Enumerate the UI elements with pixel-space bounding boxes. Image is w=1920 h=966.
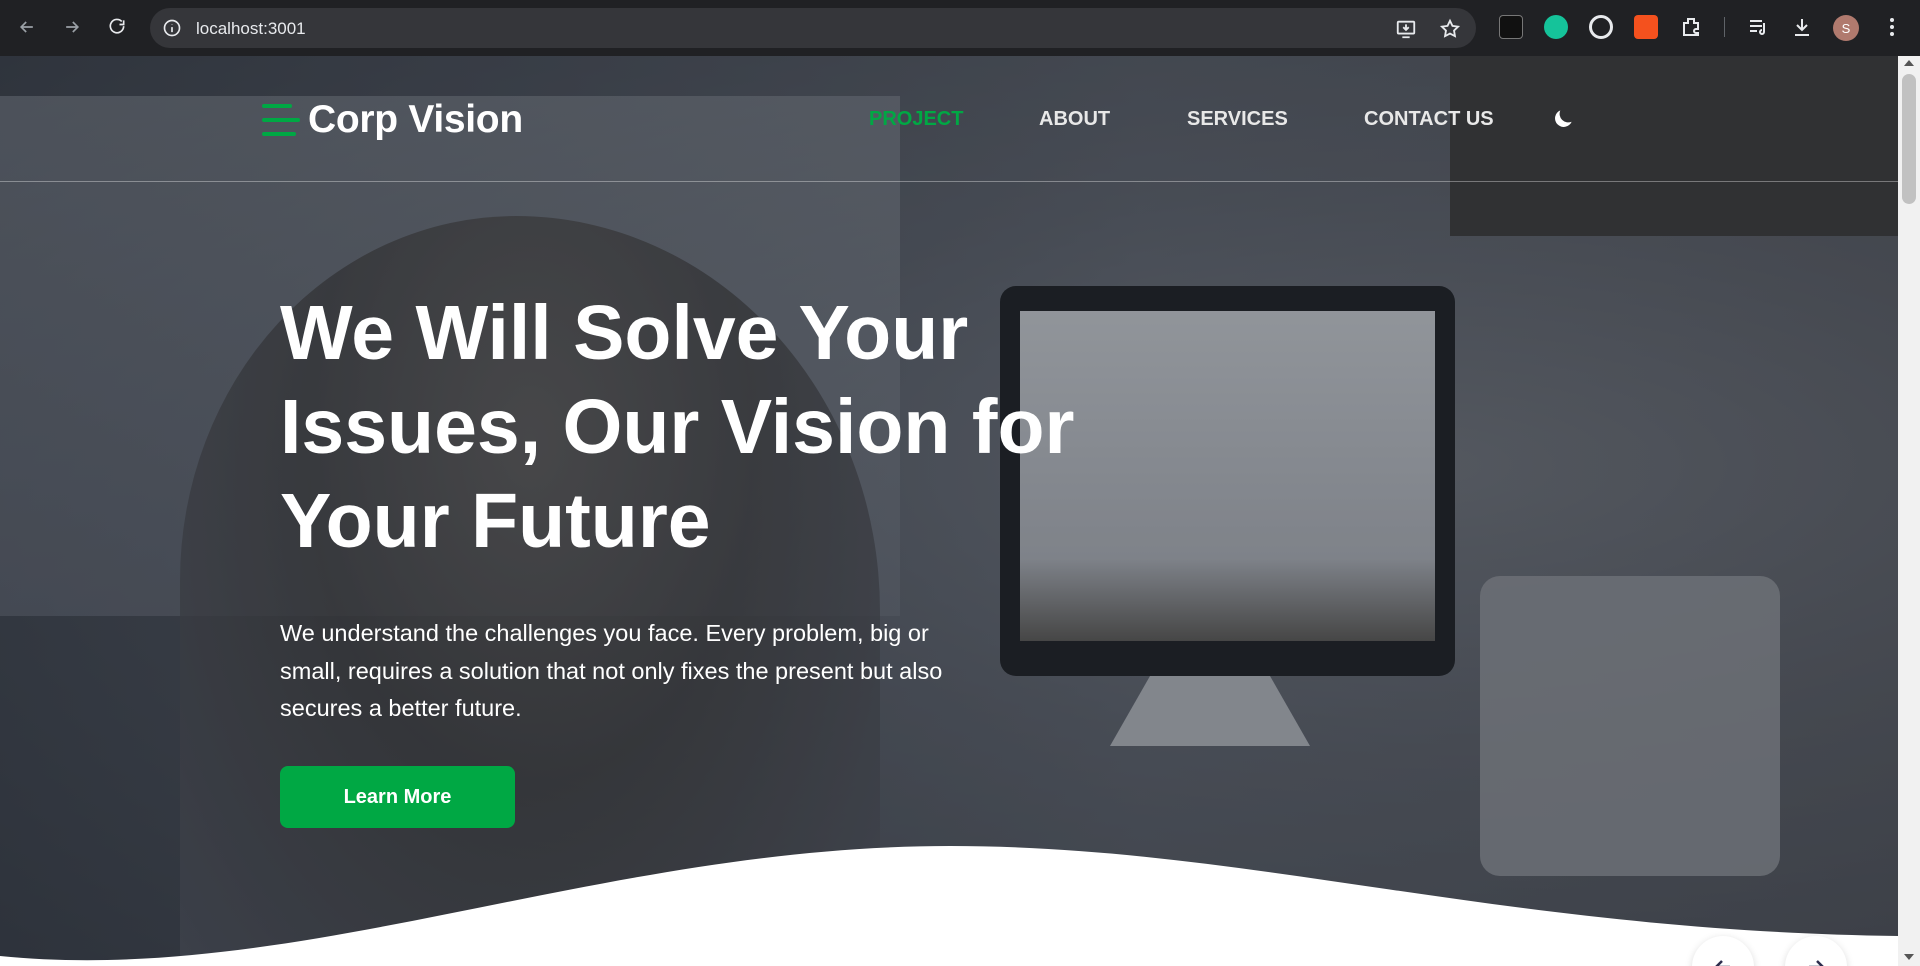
reload-icon[interactable] bbox=[103, 13, 131, 41]
nav-link-services[interactable]: SERVICES bbox=[1187, 108, 1288, 131]
scroll-down-arrow-icon[interactable] bbox=[1904, 954, 1914, 960]
nav-link-contact-us[interactable]: CONTACT US bbox=[1364, 108, 1494, 131]
bookmark-star-icon[interactable] bbox=[1439, 18, 1461, 40]
downloads-icon[interactable] bbox=[1790, 15, 1814, 39]
extension-icon-1[interactable] bbox=[1499, 15, 1523, 39]
page-viewport: Corp Vision PROJECT ABOUT SERVICES CONTA… bbox=[0, 56, 1898, 966]
hero-wave-divider bbox=[0, 846, 1898, 966]
headline-line: Your Future bbox=[280, 478, 711, 564]
hamburger-menu-icon[interactable] bbox=[262, 104, 300, 136]
forward-arrow-icon[interactable] bbox=[58, 13, 86, 41]
site-logo[interactable]: Corp Vision bbox=[262, 98, 523, 142]
learn-more-button[interactable]: Learn More bbox=[280, 766, 515, 828]
description-line: secures a better future. bbox=[280, 695, 522, 721]
extension-icon-red[interactable] bbox=[1634, 15, 1658, 39]
address-bar[interactable]: localhost:3001 bbox=[150, 8, 1476, 48]
back-arrow-icon[interactable] bbox=[13, 13, 41, 41]
url-text[interactable]: localhost:3001 bbox=[196, 19, 306, 39]
extensions-icon[interactable] bbox=[1679, 15, 1703, 39]
toolbar-divider bbox=[1724, 17, 1725, 37]
brand-name[interactable]: Corp Vision bbox=[308, 98, 523, 142]
nav-link-about[interactable]: ABOUT bbox=[1039, 108, 1110, 131]
more-menu-icon[interactable] bbox=[1880, 15, 1904, 39]
profile-avatar[interactable]: S bbox=[1833, 15, 1859, 41]
hero-headline: We Will Solve Your Issues, Our Vision fo… bbox=[280, 286, 1180, 568]
scrollbar-thumb[interactable] bbox=[1902, 74, 1916, 204]
site-header: Corp Vision PROJECT ABOUT SERVICES CONTA… bbox=[0, 56, 1898, 182]
site-info-icon[interactable] bbox=[162, 18, 182, 38]
page-scrollbar[interactable] bbox=[1898, 56, 1920, 966]
hero-description: We understand the challenges you face. E… bbox=[280, 615, 1020, 728]
headline-line: Issues, Our Vision for bbox=[280, 384, 1075, 470]
description-line: small, requires a solution that not only… bbox=[280, 657, 943, 684]
headline-line: We Will Solve Your bbox=[280, 290, 969, 376]
moon-icon[interactable] bbox=[1550, 106, 1576, 132]
browser-toolbar: localhost:3001 S bbox=[0, 0, 1920, 56]
nav-link-project[interactable]: PROJECT bbox=[869, 108, 963, 131]
arrow-right-icon bbox=[1809, 960, 1824, 966]
arrow-left-icon bbox=[1715, 960, 1730, 966]
scroll-up-arrow-icon[interactable] bbox=[1904, 60, 1914, 66]
extension-target-icon[interactable] bbox=[1589, 15, 1613, 39]
grammarly-icon[interactable] bbox=[1544, 15, 1568, 39]
media-icon[interactable] bbox=[1746, 15, 1770, 39]
install-app-icon[interactable] bbox=[1395, 18, 1417, 40]
description-line: We understand the challenges you face. E… bbox=[280, 620, 929, 646]
